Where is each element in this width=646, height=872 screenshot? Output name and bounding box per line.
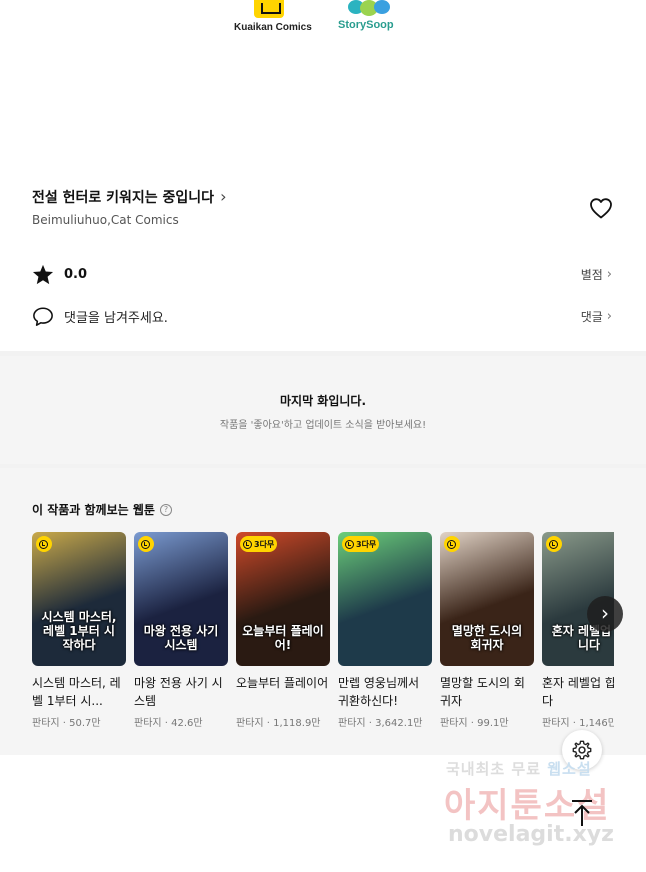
kuaikan-logo-mark xyxy=(254,0,284,18)
recommendation-heading: 이 작품과 함께보는 웹툰 ? xyxy=(32,501,172,518)
badge-label: 3다무 xyxy=(254,539,275,549)
star-icon xyxy=(32,264,54,285)
wait-free-badge xyxy=(546,536,562,552)
recommendation-meta: 판타지 · 1,146만 xyxy=(542,718,614,729)
recommendation-thumbnail: 시스템 마스터, 레벨 1부터 시작하다 xyxy=(32,532,126,666)
clock-icon xyxy=(39,539,48,549)
arrow-up-icon[interactable] xyxy=(566,798,598,828)
storysoop-logo: StorySoop xyxy=(338,0,400,31)
recommendation-thumbnail: 3다무오늘부터 플레이어! xyxy=(236,532,330,666)
recommendation-section: 이 작품과 함께보는 웹툰 ? 시스템 마스터, 레벨 1부터 시작하다 시스템 … xyxy=(0,468,646,755)
recommendation-item[interactable]: 멸망한 도시의 회귀자멸망할 도시의 회귀자판타지 · 99.1만 xyxy=(440,532,534,729)
thumbnail-title-art: 마왕 전용 사기 시스템 xyxy=(143,624,219,652)
rating-link-label: 별점 xyxy=(580,268,603,282)
series-title: 전설 헌터로 키워지는 중입니다 xyxy=(32,190,215,206)
carousel-next-button[interactable]: › xyxy=(587,596,623,632)
clock-icon xyxy=(345,539,354,549)
clock-icon xyxy=(447,539,456,549)
recommendation-title: 시스템 마스터, 레벨 1부터 시... xyxy=(32,676,121,708)
thumbnail-title-art: 멸망한 도시의 회귀자 xyxy=(451,624,523,652)
wait-free-badge: 3다무 xyxy=(342,536,380,552)
clock-icon xyxy=(549,539,558,549)
wait-free-badge xyxy=(36,536,52,552)
series-info-card: 전설 헌터로 키워지는 중입니다 › Beimuliuhuo,Cat Comic… xyxy=(0,165,646,351)
badge-label: 3다무 xyxy=(356,539,377,549)
recommendation-thumbnail: 마왕 전용 사기 시스템 xyxy=(134,532,228,666)
recommendation-item[interactable]: 시스템 마스터, 레벨 1부터 시작하다시스템 마스터, 레벨 1부터 시...… xyxy=(32,532,126,729)
recommendation-heading-text: 이 작품과 함께보는 웹툰 xyxy=(32,503,155,517)
last-episode-subtitle: 작품을 '좋아요'하고 업데이트 소식을 받아보세요! xyxy=(219,420,427,431)
recommendation-meta: 판타지 · 99.1만 xyxy=(440,718,509,729)
recommendation-carousel[interactable]: 시스템 마스터, 레벨 1부터 시작하다시스템 마스터, 레벨 1부터 시...… xyxy=(32,532,614,732)
recommendation-thumbnail: 멸망한 도시의 회귀자 xyxy=(440,532,534,666)
thumbnail-title-art: 오늘부터 플레이어! xyxy=(242,624,324,652)
recommendation-meta: 판타지 · 1,118.9만 xyxy=(236,718,321,729)
recommendation-meta: 판타지 · 3,642.1만 xyxy=(338,718,423,729)
heart-icon[interactable] xyxy=(589,197,613,219)
comment-link[interactable]: 댓글 › xyxy=(581,308,612,325)
speech-bubble-icon xyxy=(33,307,53,326)
partner-logos: Kuaikan Comics StorySoop xyxy=(0,0,646,165)
recommendation-meta: 판타지 · 42.6만 xyxy=(134,718,203,729)
recommendation-meta: 판타지 · 50.7만 xyxy=(32,718,101,729)
recommendation-item[interactable]: 3다무만렙 영웅님께서 귀환하신다! 판타지 · 3,642.1만 xyxy=(338,532,432,729)
recommendation-title: 오늘부터 플레이어 xyxy=(236,676,329,690)
recommendation-title: 만렙 영웅님께서 귀환하신다! xyxy=(338,676,420,708)
rating-row: 0.0 xyxy=(32,264,87,285)
last-episode-title: 마지막 화입니다. xyxy=(279,394,367,408)
kuaikan-logo-text: Kuaikan Comics xyxy=(234,22,312,33)
recommendation-title: 마왕 전용 사기 시스템 xyxy=(134,676,223,708)
series-title-link[interactable]: 전설 헌터로 키워지는 중입니다 › xyxy=(32,187,226,207)
site-watermark: 국내최초 무료 웹소설 아지툰소설 novelagit.xyz xyxy=(440,756,640,866)
wait-free-badge: 3다무 xyxy=(240,536,278,552)
comment-link-label: 댓글 xyxy=(580,310,603,324)
comment-prompt-text: 댓글을 남겨주세요. xyxy=(64,311,168,326)
storysoop-logo-mark xyxy=(348,0,390,16)
clock-icon xyxy=(141,539,150,549)
settings-button[interactable] xyxy=(562,730,602,770)
recommendation-title: 혼자 레벨업 합니다 xyxy=(542,676,614,708)
thumbnail-title-art: 시스템 마스터, 레벨 1부터 시작하다 xyxy=(41,610,117,652)
storysoop-logo-text: StorySoop xyxy=(338,19,394,31)
last-episode-notice: 마지막 화입니다. 작품을 '좋아요'하고 업데이트 소식을 받아보세요! xyxy=(0,356,646,464)
comment-prompt-row[interactable]: 댓글을 남겨주세요. xyxy=(32,306,168,327)
chevron-right-icon: › xyxy=(606,309,612,324)
thumbnail-art xyxy=(338,532,432,666)
recommendation-thumbnail: 3다무 xyxy=(338,532,432,666)
chevron-right-icon: › xyxy=(606,267,612,282)
gear-icon xyxy=(572,740,592,760)
rating-value: 0.0 xyxy=(64,267,88,282)
series-authors: Beimuliuhuo,Cat Comics xyxy=(32,213,179,227)
recommendation-title: 멸망할 도시의 회귀자 xyxy=(440,676,525,708)
help-icon[interactable]: ? xyxy=(159,503,172,516)
kuaikan-logo: Kuaikan Comics xyxy=(234,0,312,33)
wait-free-badge xyxy=(444,536,460,552)
rating-link[interactable]: 별점 › xyxy=(581,266,612,283)
chevron-right-icon: › xyxy=(220,187,227,206)
recommendation-item[interactable]: 마왕 전용 사기 시스템 마왕 전용 사기 시스템 판타지 · 42.6만 xyxy=(134,532,228,729)
clock-icon xyxy=(243,539,252,549)
wait-free-badge xyxy=(138,536,154,552)
recommendation-item[interactable]: 3다무오늘부터 플레이어! 오늘부터 플레이어판타지 · 1,118.9만 xyxy=(236,532,330,729)
